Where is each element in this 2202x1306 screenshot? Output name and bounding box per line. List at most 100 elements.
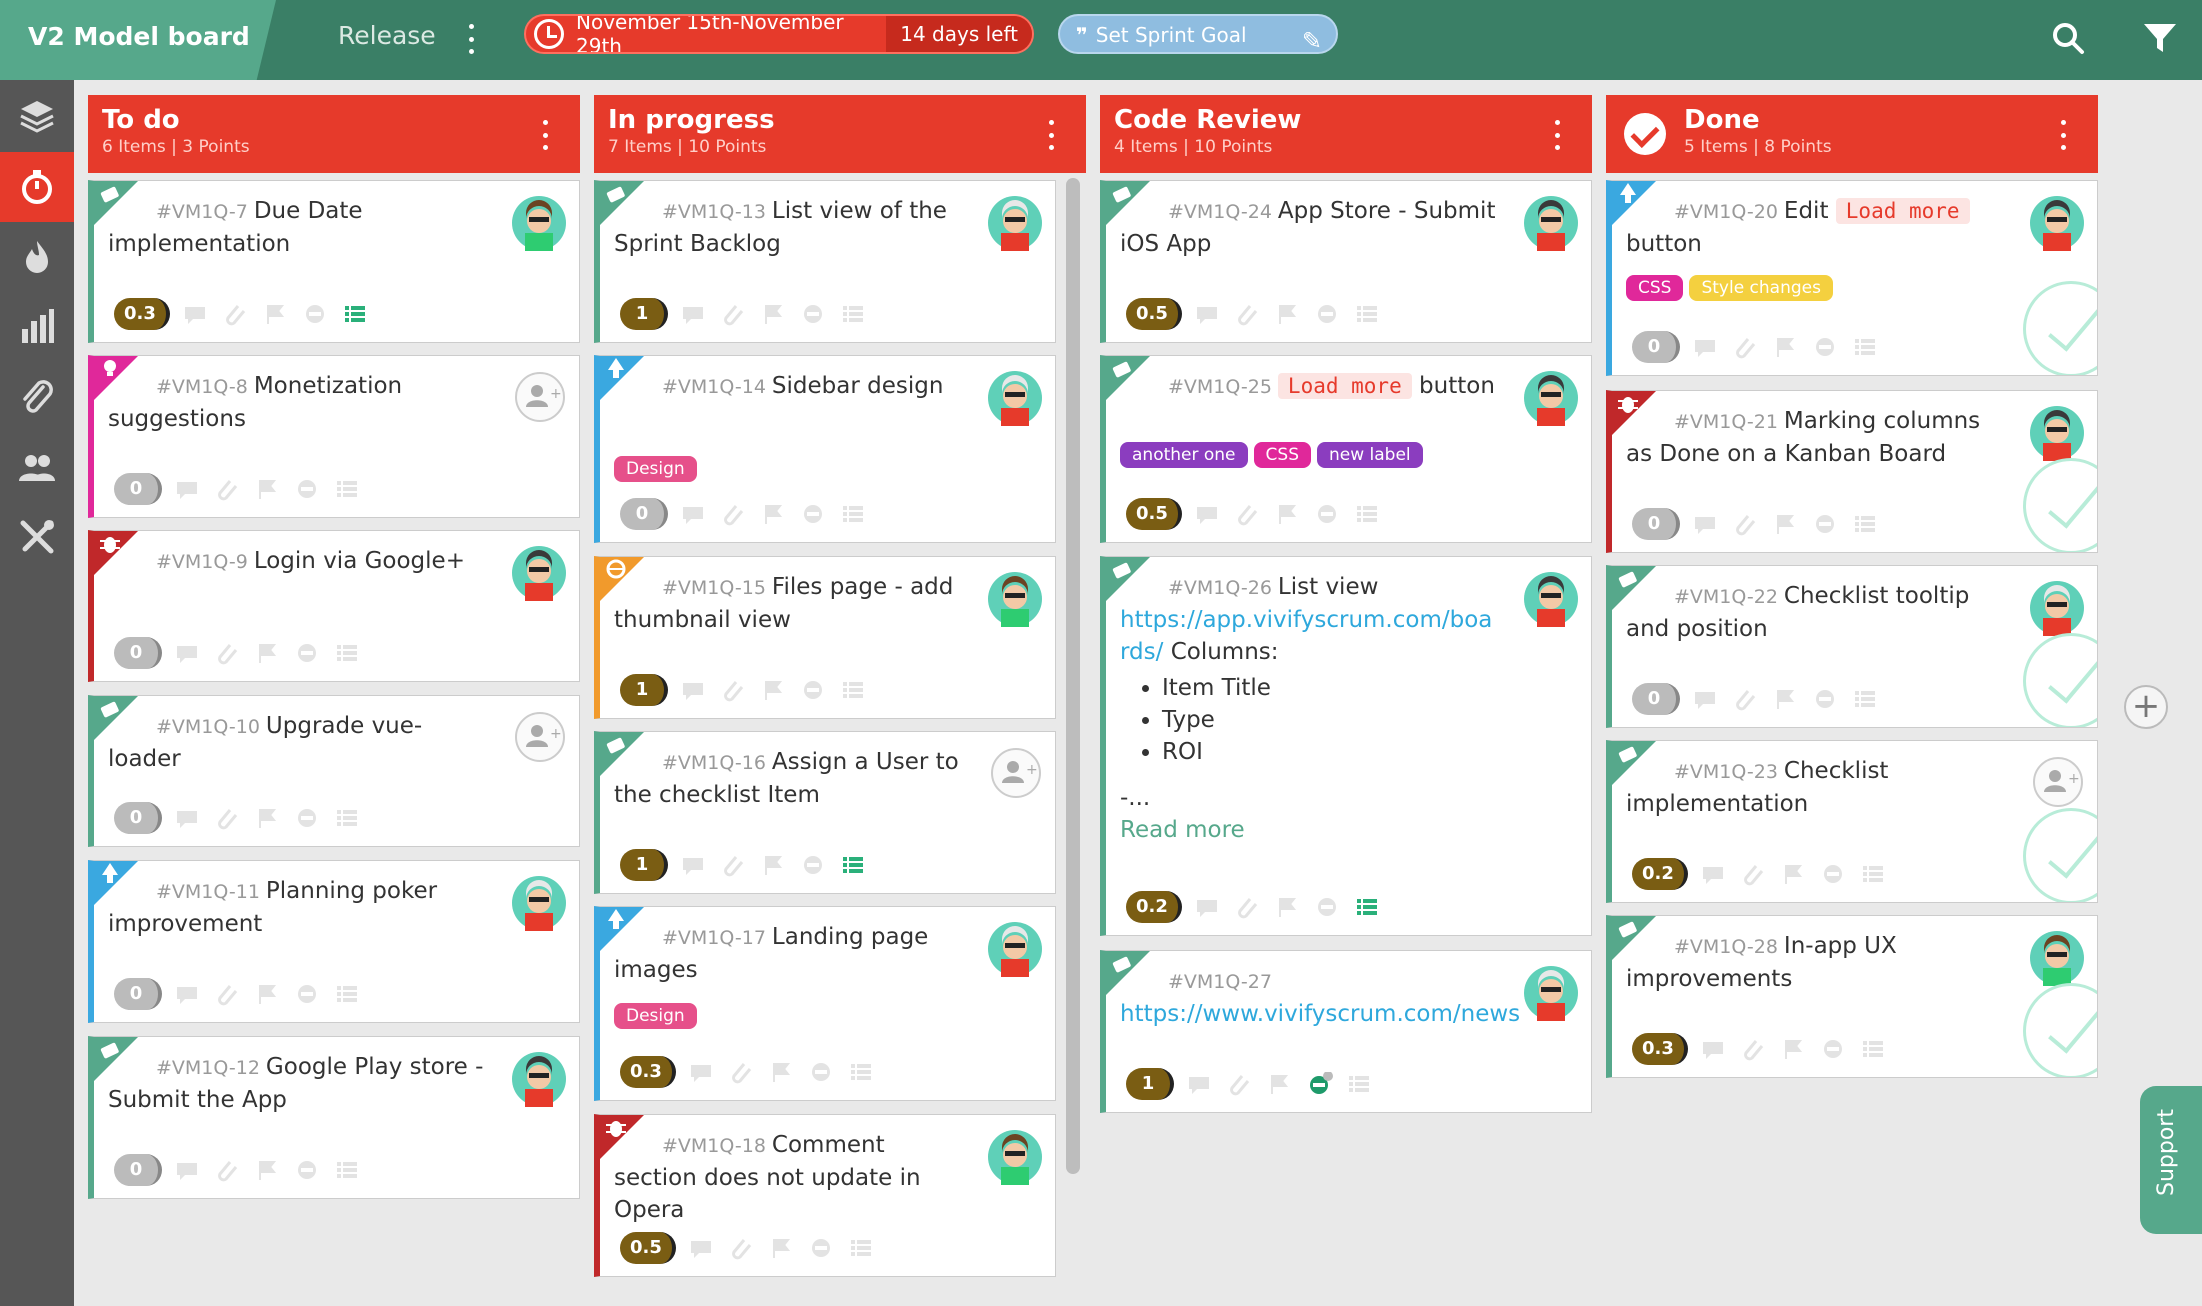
comment-icon[interactable] bbox=[180, 302, 210, 326]
attachment-icon[interactable] bbox=[726, 1060, 756, 1084]
story-points[interactable]: 0 bbox=[1632, 331, 1680, 363]
story-points[interactable]: 0.5 bbox=[620, 1232, 676, 1264]
files-nav[interactable] bbox=[0, 362, 74, 432]
flag-icon[interactable] bbox=[758, 853, 788, 877]
task-card[interactable]: #VM1Q-25 Load more button another one CSS ne… bbox=[1100, 355, 1592, 543]
done-check-icon[interactable] bbox=[2023, 458, 2097, 552]
attachment-icon[interactable] bbox=[212, 982, 242, 1006]
attachment-icon[interactable] bbox=[1224, 1072, 1254, 1096]
attachment-icon[interactable] bbox=[1730, 687, 1760, 711]
flag-icon[interactable] bbox=[252, 1158, 282, 1182]
checklist-icon[interactable] bbox=[332, 1158, 362, 1182]
checklist-icon[interactable] bbox=[846, 1236, 876, 1260]
flag-icon[interactable] bbox=[758, 678, 788, 702]
flag-icon[interactable] bbox=[1264, 1072, 1294, 1096]
label-tag[interactable]: CSS bbox=[1253, 442, 1311, 468]
story-points[interactable]: 0 bbox=[620, 498, 668, 530]
avatar[interactable] bbox=[2029, 930, 2085, 986]
story-points[interactable]: 0.5 bbox=[1126, 298, 1182, 330]
flag-icon[interactable] bbox=[1778, 862, 1808, 886]
story-points[interactable]: 0 bbox=[114, 978, 162, 1010]
label-tag[interactable]: Style changes bbox=[1689, 275, 1833, 301]
label-tag[interactable]: Design bbox=[614, 456, 697, 482]
checklist-icon[interactable] bbox=[846, 1060, 876, 1084]
blocked-icon[interactable] bbox=[806, 1236, 836, 1260]
settings-nav[interactable] bbox=[0, 502, 74, 572]
board-title[interactable]: V2 Model board bbox=[0, 0, 276, 80]
attachment-icon[interactable] bbox=[1232, 895, 1262, 919]
backlog-nav[interactable] bbox=[0, 82, 74, 152]
blocked-icon[interactable] bbox=[798, 853, 828, 877]
attachment-icon[interactable] bbox=[718, 302, 748, 326]
attachment-icon[interactable] bbox=[726, 1236, 756, 1260]
comment-icon[interactable] bbox=[1192, 895, 1222, 919]
blocked-icon[interactable] bbox=[1312, 302, 1342, 326]
task-card[interactable]: #VM1Q-11 Planning poker improvement 0 bbox=[88, 860, 580, 1023]
story-points[interactable]: 1 bbox=[620, 674, 668, 706]
story-points[interactable]: 0 bbox=[114, 637, 162, 669]
set-sprint-goal-button[interactable]: ❞ Set Sprint Goal ✎ bbox=[1058, 14, 1338, 55]
blocked-icon[interactable] bbox=[1304, 1071, 1334, 1096]
support-tab[interactable]: Support bbox=[2140, 1086, 2202, 1234]
checklist-icon[interactable] bbox=[340, 302, 370, 326]
burndown-nav[interactable] bbox=[0, 222, 74, 292]
story-points[interactable]: 0 bbox=[1632, 508, 1680, 540]
task-card[interactable]: #VM1Q-27 https://www.vivifyscrum.com/news… bbox=[1100, 950, 1592, 1113]
flag-icon[interactable] bbox=[1770, 335, 1800, 359]
checklist-icon[interactable] bbox=[838, 853, 868, 877]
comment-icon[interactable] bbox=[678, 853, 708, 877]
flag-icon[interactable] bbox=[1272, 302, 1302, 326]
done-check-icon[interactable] bbox=[2023, 281, 2097, 375]
story-points[interactable]: 1 bbox=[1126, 1068, 1174, 1100]
avatar[interactable] bbox=[511, 195, 567, 251]
flag-icon[interactable] bbox=[260, 302, 290, 326]
blocked-icon[interactable] bbox=[292, 641, 322, 665]
blocked-icon[interactable] bbox=[292, 1158, 322, 1182]
blocked-icon[interactable] bbox=[1818, 1037, 1848, 1061]
task-card[interactable]: #VM1Q-21 Marking columns as Done on a Kan… bbox=[1606, 390, 2098, 553]
flag-icon[interactable] bbox=[1770, 512, 1800, 536]
avatar[interactable] bbox=[2029, 580, 2085, 636]
avatar[interactable] bbox=[987, 1129, 1043, 1185]
story-points[interactable]: 0 bbox=[114, 473, 162, 505]
flag-icon[interactable] bbox=[252, 477, 282, 501]
add-column-button[interactable]: + bbox=[2124, 685, 2168, 729]
attachment-icon[interactable] bbox=[718, 502, 748, 526]
avatar[interactable] bbox=[2029, 405, 2085, 461]
release-menu-icon[interactable] bbox=[466, 24, 476, 54]
avatar[interactable] bbox=[511, 545, 567, 601]
card-link[interactable]: https://www.vivifyscrum.com/news bbox=[1120, 1001, 1520, 1027]
blocked-icon[interactable] bbox=[806, 1060, 836, 1084]
blocked-icon[interactable] bbox=[292, 477, 322, 501]
checklist-icon[interactable] bbox=[1858, 1037, 1888, 1061]
story-points[interactable]: 0.2 bbox=[1632, 858, 1688, 890]
comment-icon[interactable] bbox=[1184, 1072, 1214, 1096]
attachment-icon[interactable] bbox=[1232, 302, 1262, 326]
checklist-icon[interactable] bbox=[1850, 512, 1880, 536]
task-card[interactable]: #VM1Q-22 Checklist tooltip and position 0 bbox=[1606, 565, 2098, 728]
flag-icon[interactable] bbox=[758, 302, 788, 326]
avatar[interactable] bbox=[511, 1051, 567, 1107]
comment-icon[interactable] bbox=[1192, 502, 1222, 526]
blocked-icon[interactable] bbox=[798, 502, 828, 526]
avatar[interactable] bbox=[987, 921, 1043, 977]
task-card[interactable]: #VM1Q-28 In-app UX improvements 0.3 bbox=[1606, 915, 2098, 1078]
flag-icon[interactable] bbox=[252, 982, 282, 1006]
sprint-nav[interactable] bbox=[0, 152, 74, 222]
checklist-icon[interactable] bbox=[1352, 302, 1382, 326]
attachment-icon[interactable] bbox=[220, 302, 250, 326]
flag-icon[interactable] bbox=[1272, 895, 1302, 919]
task-card[interactable]: #VM1Q-26 List view https://app.vivifyscrum… bbox=[1100, 556, 1592, 936]
blocked-icon[interactable] bbox=[1818, 862, 1848, 886]
done-check-icon[interactable] bbox=[2023, 983, 2097, 1077]
checklist-icon[interactable] bbox=[1352, 895, 1382, 919]
avatar[interactable] bbox=[2029, 195, 2085, 251]
task-card[interactable]: #VM1Q-10 Upgrade vue-loader +0 bbox=[88, 695, 580, 847]
blocked-icon[interactable] bbox=[300, 302, 330, 326]
checklist-icon[interactable] bbox=[332, 477, 362, 501]
task-card[interactable]: #VM1Q-7 Due Date implementation 0.3 bbox=[88, 180, 580, 343]
avatar[interactable] bbox=[987, 571, 1043, 627]
task-card[interactable]: #VM1Q-13 List view of the Sprint Backlog 1 bbox=[594, 180, 1056, 343]
task-card[interactable]: #VM1Q-12 Google Play store - Submit the A… bbox=[88, 1036, 580, 1199]
blocked-icon[interactable] bbox=[1810, 512, 1840, 536]
